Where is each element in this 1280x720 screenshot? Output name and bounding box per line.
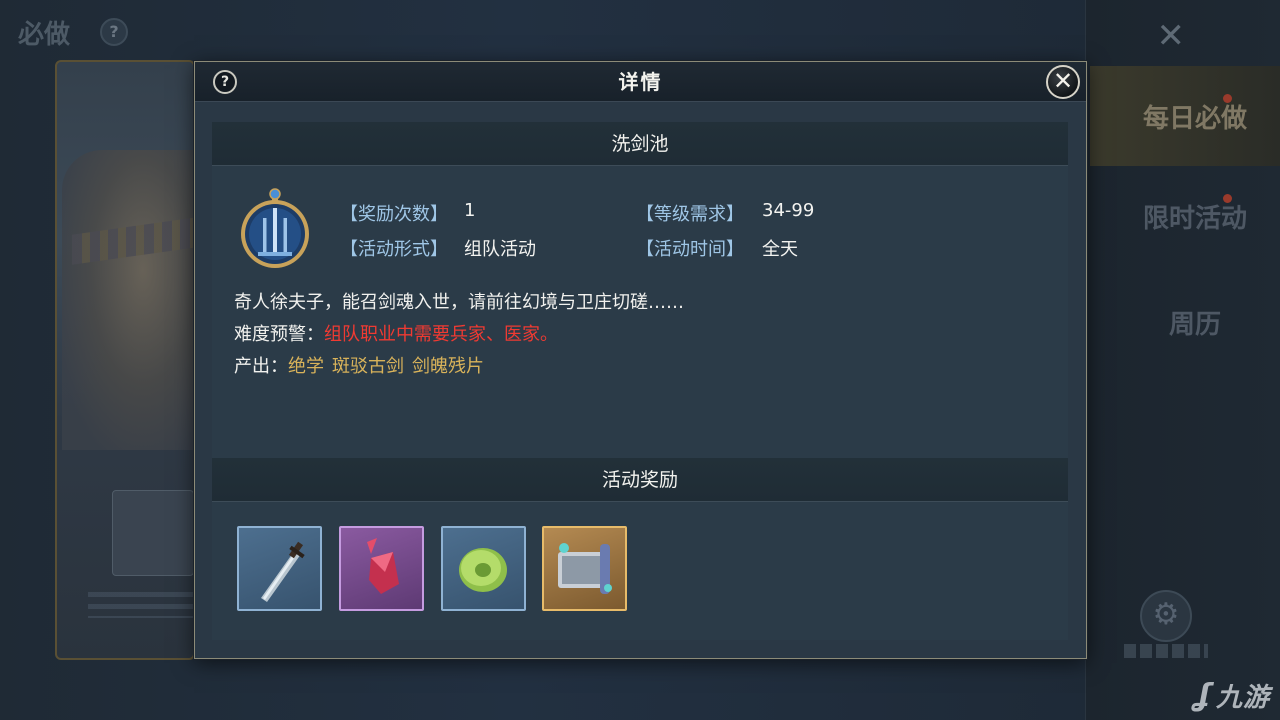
background-tab-calendar: 周历 <box>1090 272 1280 372</box>
background-card-text <box>88 592 198 618</box>
reward-times-value: 1 <box>464 200 476 221</box>
background-tab-label: 每日必做 <box>1142 103 1247 134</box>
background-title: 必做 <box>18 20 71 50</box>
level-requirement-label: 【等级需求】 <box>636 204 744 225</box>
background-tab-daily: 每日必做 <box>1090 66 1280 166</box>
activity-name-bar: 洗剑池 <box>212 122 1068 166</box>
background-tab-limited: 限时活动 <box>1090 166 1280 266</box>
reward-times-label: 【奖励次数】 <box>340 204 448 225</box>
reward-slot-jade[interactable] <box>441 526 526 611</box>
output-item: 绝学 <box>288 356 324 377</box>
background-tab-label: 限时活动 <box>1142 203 1247 234</box>
background-tab-label: 周历 <box>1168 309 1221 340</box>
background-settings-gear-icon: ⚙ <box>1140 590 1192 642</box>
output-item: 斑驳古剑 <box>332 356 404 377</box>
background-question-icon: ? <box>100 18 128 46</box>
reward-slot-scroll[interactable] <box>542 526 627 611</box>
activity-form-label: 【活动形式】 <box>340 239 448 260</box>
difficulty-warning-label: 难度预警： <box>234 324 324 345</box>
output-item: 剑魄残片 <box>412 356 484 377</box>
activity-time-value: 全天 <box>762 239 798 260</box>
background-item-tile <box>112 490 194 576</box>
activity-description: 奇人徐夫子，能召剑魂入世，请前往幻境与卫庄切磋…… <box>234 292 684 313</box>
sword-pool-emblem-icon <box>241 188 309 268</box>
difficulty-warning-text: 组队职业中需要兵家、医家。 <box>324 324 558 345</box>
background-settings-label <box>1124 644 1208 658</box>
notification-dot <box>1223 194 1232 203</box>
background-close-icon: ✕ <box>1156 16 1186 56</box>
crystal-shard-icon <box>367 538 399 594</box>
output-line: 产出：绝学 斑驳古剑 剑魄残片 <box>234 352 492 378</box>
background-character-portrait <box>62 150 197 450</box>
output-label: 产出： <box>234 356 288 377</box>
rewards-title-bar: 活动奖励 <box>212 458 1068 502</box>
activity-time-label: 【活动时间】 <box>636 239 744 260</box>
help-button[interactable]: ? <box>213 70 237 94</box>
dialog-header: 详情 ? ✕ <box>195 62 1086 102</box>
scroll-icon <box>558 543 612 594</box>
jade-disc-icon <box>459 548 507 592</box>
close-button[interactable]: ✕ <box>1046 65 1080 99</box>
rewards-title: 活动奖励 <box>601 469 678 491</box>
difficulty-warning-line: 难度预警：组队职业中需要兵家、医家。 <box>234 320 558 346</box>
dialog-content: 洗剑池 【奖励次数】 1 【等级需求】 34-99 【活动形式】 组队活动 【活… <box>212 122 1068 640</box>
dialog-title: 详情 <box>618 70 663 94</box>
activity-form-value: 组队活动 <box>464 239 536 260</box>
reward-slot-crystal[interactable] <box>339 526 424 611</box>
watermark-logo: ʆ 九游 <box>1194 678 1270 713</box>
notification-dot <box>1223 94 1232 103</box>
reward-slot-sword[interactable] <box>237 526 322 611</box>
activity-name: 洗剑池 <box>611 133 669 155</box>
sword-icon <box>261 541 305 602</box>
level-requirement-value: 34-99 <box>762 200 815 221</box>
detail-dialog: 详情 ? ✕ 洗剑池 【奖励次数】 1 【等级需求】 34-99 【活动形式】 … <box>194 61 1087 659</box>
